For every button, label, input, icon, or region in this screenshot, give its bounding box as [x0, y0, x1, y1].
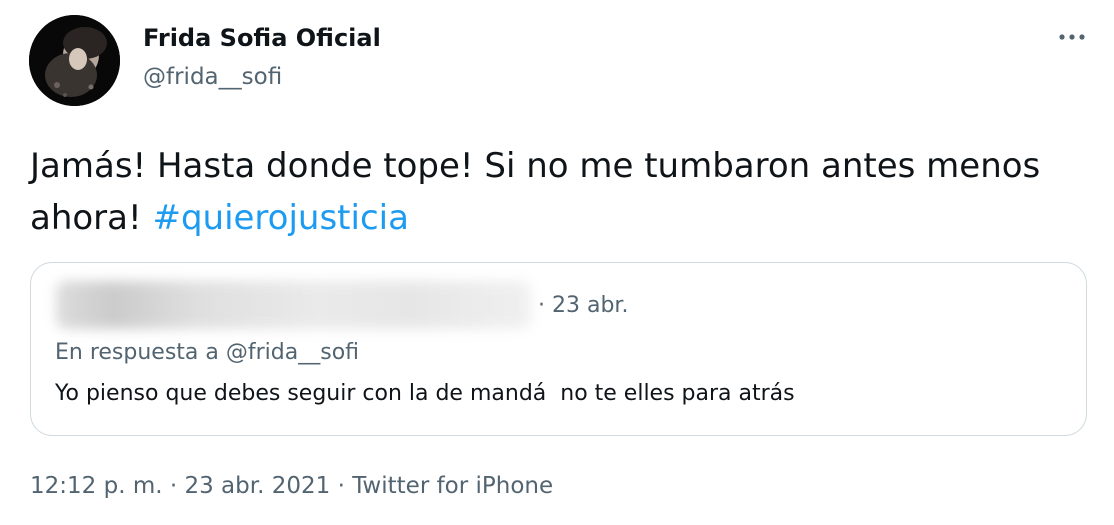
more-options-icon	[1059, 34, 1085, 40]
meta-separator-2: ·	[337, 473, 345, 499]
tweet-date[interactable]: 23 abr. 2021	[184, 473, 330, 499]
quoted-tweet-date: · 23 abr.	[538, 293, 629, 318]
author-avatar[interactable]	[29, 15, 120, 106]
more-options-button[interactable]	[1050, 22, 1094, 52]
hashtag-link[interactable]: #quierojusticia	[152, 198, 408, 238]
reply-prefix: En respuesta a	[55, 340, 219, 365]
blurred-quoted-author	[56, 281, 531, 329]
tweet-text: Jamás! Hasta donde tope! Si no me tumbar…	[30, 140, 1080, 244]
tweet-time[interactable]: 12:12 p. m.	[30, 473, 163, 499]
tweet-source[interactable]: Twitter for iPhone	[352, 473, 553, 499]
reply-context: En respuesta a @frida__sofi	[55, 340, 359, 365]
tweet-meta: 12:12 p. m. · 23 abr. 2021 · Twitter for…	[30, 473, 553, 499]
tweet-card: Frida Sofia Oficial @frida__sofi Jamás! …	[0, 0, 1114, 525]
author-handle[interactable]: @frida__sofi	[143, 64, 282, 90]
author-display-name[interactable]: Frida Sofia Oficial	[143, 24, 381, 52]
quoted-tweet-text: Yo pienso que debes seguir con la de man…	[55, 381, 795, 406]
meta-separator: ·	[169, 473, 178, 499]
avatar-image	[29, 15, 120, 106]
quoted-tweet[interactable]: · 23 abr. En respuesta a @frida__sofi Yo…	[30, 262, 1087, 436]
reply-to-handle[interactable]: @frida__sofi	[226, 340, 359, 365]
